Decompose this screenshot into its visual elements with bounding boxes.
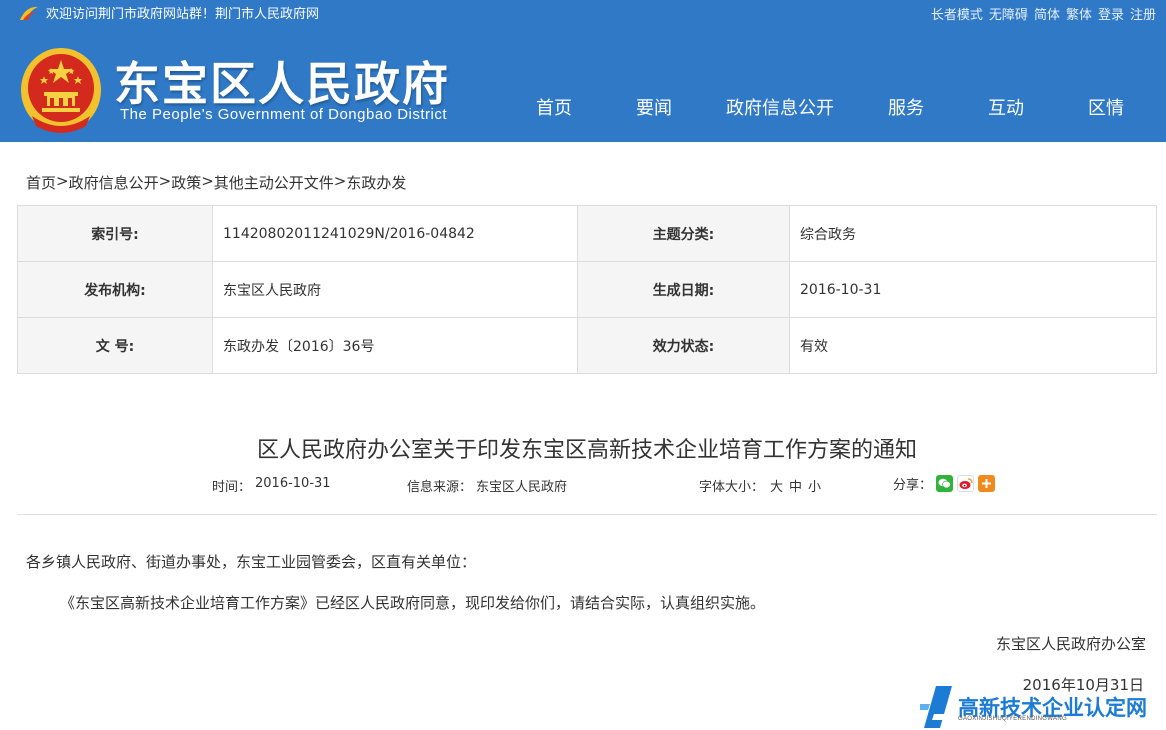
breadcrumb-current[interactable]: 东政办发 xyxy=(346,172,406,193)
doc-number-value: 东政办发〔2016〕36号 xyxy=(212,317,578,374)
index-value: 11420802011241029N/2016-04842 xyxy=(212,205,578,262)
breadcrumb-policy[interactable]: 政策 xyxy=(171,172,201,193)
font-small-button[interactable]: 小 xyxy=(808,476,821,495)
elder-mode-link[interactable]: 长者模式 xyxy=(931,4,983,23)
breadcrumb-separator: > xyxy=(201,172,214,190)
breadcrumb: 首页 > 政府信息公开 > 政策 > 其他主动公开文件 > 东政办发 xyxy=(26,172,406,193)
font-large-button[interactable]: 大 xyxy=(770,476,783,495)
info-source: 信息来源： 东宝区人民政府 xyxy=(407,476,567,495)
article-title: 区人民政府办公室关于印发东宝区高新技术企业培育工作方案的通知 xyxy=(256,438,917,463)
wechat-share-icon[interactable] xyxy=(936,475,954,492)
article-signer: 东宝区人民政府办公室 xyxy=(995,635,1146,653)
top-links: 长者模式 无障碍 简体 繁体 登录 注册 xyxy=(931,4,1156,23)
national-emblem-icon xyxy=(21,48,101,133)
date-value: 2016-10-31 xyxy=(789,261,1157,318)
traditional-chinese-link[interactable]: 繁体 xyxy=(1066,4,1092,23)
source-value: 东宝区人民政府 xyxy=(476,480,568,495)
watermark: 高新技术企业认定网 GAOXINJISHUQIYERENDINGWANG xyxy=(918,680,1166,730)
nav-interaction[interactable]: 互动 xyxy=(956,94,1056,120)
table-row: 发布机构: 东宝区人民政府 生成日期: 2016-10-31 xyxy=(17,261,1157,318)
issuer-label: 发布机构: xyxy=(17,261,213,318)
article-body: 《东宝区高新技术企业培育工作方案》已经区人民政府同意，现印发给你们，请结合实际，… xyxy=(60,594,766,612)
status-value: 有效 xyxy=(789,317,1157,374)
watermark-subtext: GAOXINJISHUQIYERENDINGWANG xyxy=(958,716,1067,722)
breadcrumb-home[interactable]: 首页 xyxy=(26,172,56,193)
content-divider xyxy=(17,514,1157,515)
publish-time: 时间： 2016-10-31 xyxy=(212,476,331,495)
date-label: 生成日期: xyxy=(577,261,790,318)
font-size-label: 字体大小： xyxy=(699,480,765,495)
breadcrumb-other-files[interactable]: 其他主动公开文件 xyxy=(214,172,334,193)
site-subtitle: The People's Government of Dongbao Distr… xyxy=(120,106,448,123)
topic-label: 主题分类: xyxy=(577,205,790,262)
table-row: 索引号: 11420802011241029N/2016-04842 主题分类:… xyxy=(17,205,1157,262)
site-logo-icon xyxy=(20,6,38,20)
breadcrumb-separator: > xyxy=(56,172,69,190)
welcome-message: 欢迎访问荆门市政府网站群！荆门市人民政府网 xyxy=(18,3,319,22)
time-value: 2016-10-31 xyxy=(255,476,331,491)
source-label: 信息来源： xyxy=(407,480,473,495)
status-label: 效力状态: xyxy=(577,317,790,374)
nav-news[interactable]: 要闻 xyxy=(604,94,704,120)
watermark-logo-icon xyxy=(920,686,952,728)
site-header: 欢迎访问荆门市政府网站群！荆门市人民政府网 长者模式 无障碍 简体 繁体 登录 … xyxy=(0,0,1166,142)
share-label: 分享： xyxy=(893,478,933,493)
article-greeting: 各乡镇人民政府、街道办事处，东宝工业园管委会，区直有关单位： xyxy=(26,553,477,571)
nav-gov-info[interactable]: 政府信息公开 xyxy=(704,94,856,120)
simplified-chinese-link[interactable]: 简体 xyxy=(1034,4,1060,23)
index-label: 索引号: xyxy=(17,205,213,262)
nav-home[interactable]: 首页 xyxy=(504,94,604,120)
time-label: 时间： xyxy=(212,480,252,495)
breadcrumb-separator: > xyxy=(333,172,347,190)
nav-services[interactable]: 服务 xyxy=(856,94,956,120)
welcome-text[interactable]: 欢迎访问荆门市政府网站群！荆门市人民政府网 xyxy=(46,3,319,22)
main-nav: 首页 要闻 政府信息公开 服务 互动 区情 xyxy=(504,94,1156,120)
font-size-control: 字体大小： 大 中 小 xyxy=(699,476,821,495)
login-link[interactable]: 登录 xyxy=(1098,4,1124,23)
share-bar: 分享： xyxy=(893,474,996,493)
breadcrumb-separator: > xyxy=(158,172,172,190)
document-info-table: 索引号: 11420802011241029N/2016-04842 主题分类:… xyxy=(17,205,1157,374)
breadcrumb-gov-info[interactable]: 政府信息公开 xyxy=(69,172,159,193)
issuer-value: 东宝区人民政府 xyxy=(212,261,578,318)
font-medium-button[interactable]: 中 xyxy=(789,476,802,495)
topic-value: 综合政务 xyxy=(789,205,1157,262)
table-row: 文 号: 东政办发〔2016〕36号 效力状态: 有效 xyxy=(17,317,1157,374)
site-title[interactable]: 东宝区人民政府 xyxy=(114,48,450,114)
accessibility-link[interactable]: 无障碍 xyxy=(989,4,1028,23)
doc-number-label: 文 号: xyxy=(17,317,213,374)
more-share-icon[interactable] xyxy=(978,475,996,492)
weibo-share-icon[interactable] xyxy=(957,475,975,492)
nav-district-info[interactable]: 区情 xyxy=(1056,94,1156,120)
top-bar: 欢迎访问荆门市政府网站群！荆门市人民政府网 长者模式 无障碍 简体 繁体 登录 … xyxy=(0,0,1166,24)
register-link[interactable]: 注册 xyxy=(1130,4,1156,23)
